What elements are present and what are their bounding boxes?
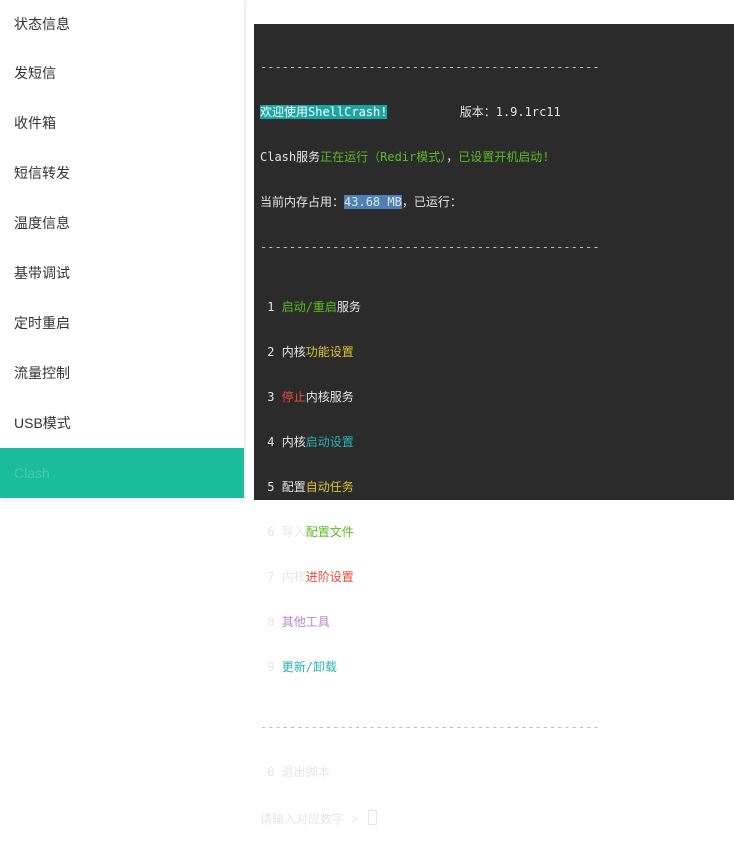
- version-label: 版本：1.9.1rc11: [459, 105, 561, 119]
- welcome-line: 欢迎使用ShellCrash! 版本：1.9.1rc11: [260, 105, 728, 120]
- menu-item-9: 9 更新/卸载: [260, 660, 337, 674]
- sidebar: 状态信息 发短信 收件箱 短信转发 温度信息 基带调试 定时重启 流量控制 US…: [0, 0, 244, 500]
- menu-item-1: 1 启动/重启服务: [260, 300, 361, 314]
- separator: ----------------------------------------…: [260, 60, 600, 74]
- exit-line: 0 退出脚本: [260, 765, 330, 779]
- memory-line: 当前内存占用：43.68 MB，已运行：: [260, 195, 728, 210]
- menu-item-8: 8 其他工具: [260, 615, 330, 629]
- sidebar-item-sms-forward[interactable]: 短信转发: [0, 148, 244, 198]
- status-line: Clash服务正在运行（Redir模式），已设置开机启动!: [260, 150, 728, 165]
- status-comma: ，: [446, 150, 459, 164]
- menu-item-6: 6 导入配置文件: [260, 525, 354, 539]
- memory-value: 43.68 MB: [344, 195, 402, 209]
- menu-item-2: 2 内核功能设置: [260, 345, 354, 359]
- sidebar-item-status[interactable]: 状态信息: [0, 0, 244, 48]
- menu-item-4: 4 内核启动设置: [260, 435, 354, 449]
- terminal-cursor: [367, 810, 377, 825]
- separator: ----------------------------------------…: [260, 240, 600, 254]
- menu-item-7: 7 内核进阶设置: [260, 570, 354, 584]
- menu-item-3: 3 停止内核服务: [260, 390, 354, 404]
- sidebar-item-scheduled-reboot[interactable]: 定时重启: [0, 298, 244, 348]
- sidebar-item-inbox[interactable]: 收件箱: [0, 98, 244, 148]
- sidebar-item-temperature[interactable]: 温度信息: [0, 198, 244, 248]
- prompt-line[interactable]: 请输入对应数字 >: [260, 810, 728, 826]
- welcome-banner: 欢迎使用ShellCrash!: [260, 105, 388, 119]
- sidebar-item-baseband-debug[interactable]: 基带调试: [0, 248, 244, 298]
- status-clash: Clash服务: [260, 150, 321, 164]
- sidebar-item-traffic-control[interactable]: 流量控制: [0, 348, 244, 398]
- sidebar-item-send-sms[interactable]: 发短信: [0, 48, 244, 98]
- prompt-text: 请输入对应数字 >: [260, 812, 366, 826]
- status-running: 正在运行（Redir模式）: [320, 150, 447, 164]
- status-autostart: 已设置开机启动!: [458, 150, 550, 164]
- main-content: ----------------------------------------…: [244, 0, 734, 826]
- menu-item-5: 5 配置自动任务: [260, 480, 354, 494]
- terminal[interactable]: ----------------------------------------…: [254, 24, 734, 826]
- sidebar-item-usb-mode[interactable]: USB模式: [0, 398, 244, 448]
- memory-label: 当前内存占用：: [260, 195, 345, 209]
- uptime-label: ，已运行：: [401, 195, 462, 209]
- sidebar-item-clash[interactable]: Clash: [0, 448, 244, 498]
- separator: ----------------------------------------…: [260, 720, 600, 734]
